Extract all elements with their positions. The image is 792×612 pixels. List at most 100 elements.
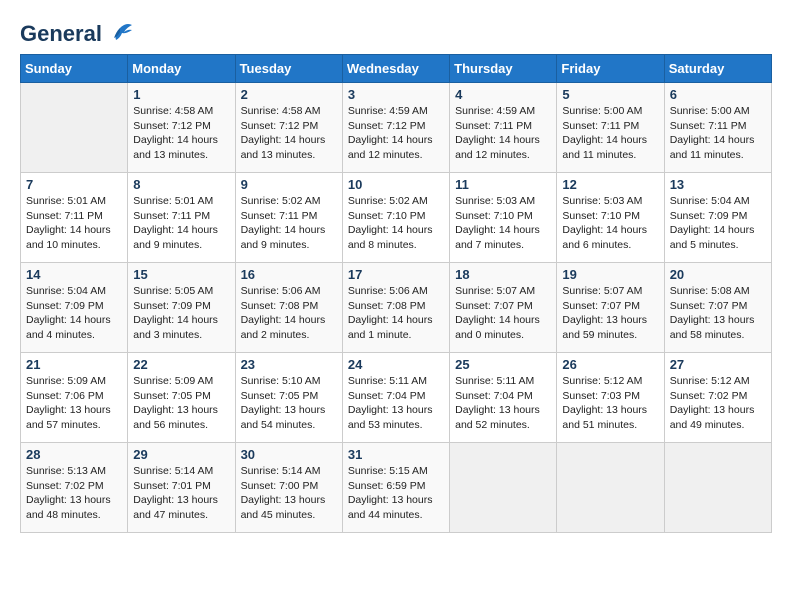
logo: General <box>20 20 134 44</box>
day-info: Sunrise: 5:11 AM Sunset: 7:04 PM Dayligh… <box>348 374 444 433</box>
day-info: Sunrise: 5:06 AM Sunset: 7:08 PM Dayligh… <box>241 284 337 343</box>
calendar-cell <box>21 83 128 173</box>
day-info: Sunrise: 5:13 AM Sunset: 7:02 PM Dayligh… <box>26 464 122 523</box>
day-number: 29 <box>133 447 229 462</box>
header-tuesday: Tuesday <box>235 55 342 83</box>
day-number: 12 <box>562 177 658 192</box>
day-number: 30 <box>241 447 337 462</box>
calendar-cell: 25 Sunrise: 5:11 AM Sunset: 7:04 PM Dayli… <box>450 353 557 443</box>
day-info: Sunrise: 5:04 AM Sunset: 7:09 PM Dayligh… <box>26 284 122 343</box>
day-info: Sunrise: 4:58 AM Sunset: 7:12 PM Dayligh… <box>241 104 337 163</box>
day-number: 10 <box>348 177 444 192</box>
day-number: 24 <box>348 357 444 372</box>
day-number: 27 <box>670 357 766 372</box>
day-info: Sunrise: 5:00 AM Sunset: 7:11 PM Dayligh… <box>562 104 658 163</box>
day-number: 22 <box>133 357 229 372</box>
calendar-cell: 29 Sunrise: 5:14 AM Sunset: 7:01 PM Dayli… <box>128 443 235 533</box>
calendar-cell: 30Sunrise: 5:14 AM Sunset: 7:00 PM Dayli… <box>235 443 342 533</box>
calendar-cell: 17 Sunrise: 5:06 AM Sunset: 7:08 PM Dayli… <box>342 263 449 353</box>
calendar-table: SundayMondayTuesdayWednesdayThursdayFrid… <box>20 54 772 533</box>
calendar-cell: 27 Sunrise: 5:12 AM Sunset: 7:02 PM Dayli… <box>664 353 771 443</box>
calendar-cell <box>664 443 771 533</box>
day-number: 13 <box>670 177 766 192</box>
day-info: Sunrise: 5:00 AM Sunset: 7:11 PM Dayligh… <box>670 104 766 163</box>
day-info: Sunrise: 5:07 AM Sunset: 7:07 PM Dayligh… <box>455 284 551 343</box>
day-info: Sunrise: 5:12 AM Sunset: 7:03 PM Dayligh… <box>562 374 658 433</box>
calendar-cell: 28 Sunrise: 5:13 AM Sunset: 7:02 PM Dayli… <box>21 443 128 533</box>
day-info: Sunrise: 5:04 AM Sunset: 7:09 PM Dayligh… <box>670 194 766 253</box>
day-info: Sunrise: 4:59 AM Sunset: 7:11 PM Dayligh… <box>455 104 551 163</box>
day-info: Sunrise: 5:03 AM Sunset: 7:10 PM Dayligh… <box>562 194 658 253</box>
week-row-2: 7Sunrise: 5:01 AM Sunset: 7:11 PM Daylig… <box>21 173 772 263</box>
calendar-cell: 11Sunrise: 5:03 AM Sunset: 7:10 PM Dayli… <box>450 173 557 263</box>
calendar-cell: 19 Sunrise: 5:07 AM Sunset: 7:07 PM Dayli… <box>557 263 664 353</box>
calendar-cell: 12 Sunrise: 5:03 AM Sunset: 7:10 PM Dayli… <box>557 173 664 263</box>
calendar-cell: 2 Sunrise: 4:58 AM Sunset: 7:12 PM Daylig… <box>235 83 342 173</box>
day-info: Sunrise: 5:15 AM Sunset: 6:59 PM Dayligh… <box>348 464 444 523</box>
day-info: Sunrise: 5:11 AM Sunset: 7:04 PM Dayligh… <box>455 374 551 433</box>
day-info: Sunrise: 5:12 AM Sunset: 7:02 PM Dayligh… <box>670 374 766 433</box>
day-number: 26 <box>562 357 658 372</box>
day-number: 6 <box>670 87 766 102</box>
week-row-1: 1 Sunrise: 4:58 AM Sunset: 7:12 PM Daylig… <box>21 83 772 173</box>
calendar-cell: 13 Sunrise: 5:04 AM Sunset: 7:09 PM Dayli… <box>664 173 771 263</box>
calendar-cell: 14 Sunrise: 5:04 AM Sunset: 7:09 PM Dayli… <box>21 263 128 353</box>
day-number: 14 <box>26 267 122 282</box>
calendar-cell: 10 Sunrise: 5:02 AM Sunset: 7:10 PM Dayli… <box>342 173 449 263</box>
week-row-4: 21 Sunrise: 5:09 AM Sunset: 7:06 PM Dayli… <box>21 353 772 443</box>
header-friday: Friday <box>557 55 664 83</box>
day-number: 9 <box>241 177 337 192</box>
day-number: 23 <box>241 357 337 372</box>
calendar-cell: 6 Sunrise: 5:00 AM Sunset: 7:11 PM Daylig… <box>664 83 771 173</box>
calendar-cell: 9Sunrise: 5:02 AM Sunset: 7:11 PM Daylig… <box>235 173 342 263</box>
day-info: Sunrise: 5:10 AM Sunset: 7:05 PM Dayligh… <box>241 374 337 433</box>
header-row: SundayMondayTuesdayWednesdayThursdayFrid… <box>21 55 772 83</box>
day-info: Sunrise: 5:03 AM Sunset: 7:10 PM Dayligh… <box>455 194 551 253</box>
day-info: Sunrise: 5:02 AM Sunset: 7:10 PM Dayligh… <box>348 194 444 253</box>
day-info: Sunrise: 5:06 AM Sunset: 7:08 PM Dayligh… <box>348 284 444 343</box>
header-monday: Monday <box>128 55 235 83</box>
day-number: 18 <box>455 267 551 282</box>
day-info: Sunrise: 5:05 AM Sunset: 7:09 PM Dayligh… <box>133 284 229 343</box>
calendar-cell: 7Sunrise: 5:01 AM Sunset: 7:11 PM Daylig… <box>21 173 128 263</box>
day-number: 1 <box>133 87 229 102</box>
day-info: Sunrise: 5:01 AM Sunset: 7:11 PM Dayligh… <box>26 194 122 253</box>
day-number: 21 <box>26 357 122 372</box>
page-header: General <box>20 20 772 44</box>
week-row-3: 14 Sunrise: 5:04 AM Sunset: 7:09 PM Dayli… <box>21 263 772 353</box>
header-saturday: Saturday <box>664 55 771 83</box>
day-number: 17 <box>348 267 444 282</box>
calendar-cell: 15 Sunrise: 5:05 AM Sunset: 7:09 PM Dayli… <box>128 263 235 353</box>
header-wednesday: Wednesday <box>342 55 449 83</box>
day-number: 28 <box>26 447 122 462</box>
day-info: Sunrise: 5:14 AM Sunset: 7:01 PM Dayligh… <box>133 464 229 523</box>
day-info: Sunrise: 4:58 AM Sunset: 7:12 PM Dayligh… <box>133 104 229 163</box>
header-thursday: Thursday <box>450 55 557 83</box>
day-number: 3 <box>348 87 444 102</box>
calendar-cell: 5Sunrise: 5:00 AM Sunset: 7:11 PM Daylig… <box>557 83 664 173</box>
week-row-5: 28 Sunrise: 5:13 AM Sunset: 7:02 PM Dayli… <box>21 443 772 533</box>
calendar-cell: 4Sunrise: 4:59 AM Sunset: 7:11 PM Daylig… <box>450 83 557 173</box>
calendar-cell: 20Sunrise: 5:08 AM Sunset: 7:07 PM Dayli… <box>664 263 771 353</box>
calendar-cell <box>557 443 664 533</box>
day-number: 16 <box>241 267 337 282</box>
header-sunday: Sunday <box>21 55 128 83</box>
calendar-cell: 1 Sunrise: 4:58 AM Sunset: 7:12 PM Daylig… <box>128 83 235 173</box>
day-number: 31 <box>348 447 444 462</box>
day-info: Sunrise: 5:07 AM Sunset: 7:07 PM Dayligh… <box>562 284 658 343</box>
calendar-cell: 3Sunrise: 4:59 AM Sunset: 7:12 PM Daylig… <box>342 83 449 173</box>
day-number: 8 <box>133 177 229 192</box>
day-info: Sunrise: 5:09 AM Sunset: 7:06 PM Dayligh… <box>26 374 122 433</box>
calendar-cell: 22Sunrise: 5:09 AM Sunset: 7:05 PM Dayli… <box>128 353 235 443</box>
calendar-cell: 24 Sunrise: 5:11 AM Sunset: 7:04 PM Dayli… <box>342 353 449 443</box>
calendar-cell: 31 Sunrise: 5:15 AM Sunset: 6:59 PM Dayli… <box>342 443 449 533</box>
calendar-cell: 26 Sunrise: 5:12 AM Sunset: 7:03 PM Dayli… <box>557 353 664 443</box>
calendar-cell: 23 Sunrise: 5:10 AM Sunset: 7:05 PM Dayli… <box>235 353 342 443</box>
day-number: 2 <box>241 87 337 102</box>
day-number: 20 <box>670 267 766 282</box>
day-number: 25 <box>455 357 551 372</box>
day-number: 19 <box>562 267 658 282</box>
day-number: 15 <box>133 267 229 282</box>
day-info: Sunrise: 5:01 AM Sunset: 7:11 PM Dayligh… <box>133 194 229 253</box>
calendar-cell: 8 Sunrise: 5:01 AM Sunset: 7:11 PM Daylig… <box>128 173 235 263</box>
